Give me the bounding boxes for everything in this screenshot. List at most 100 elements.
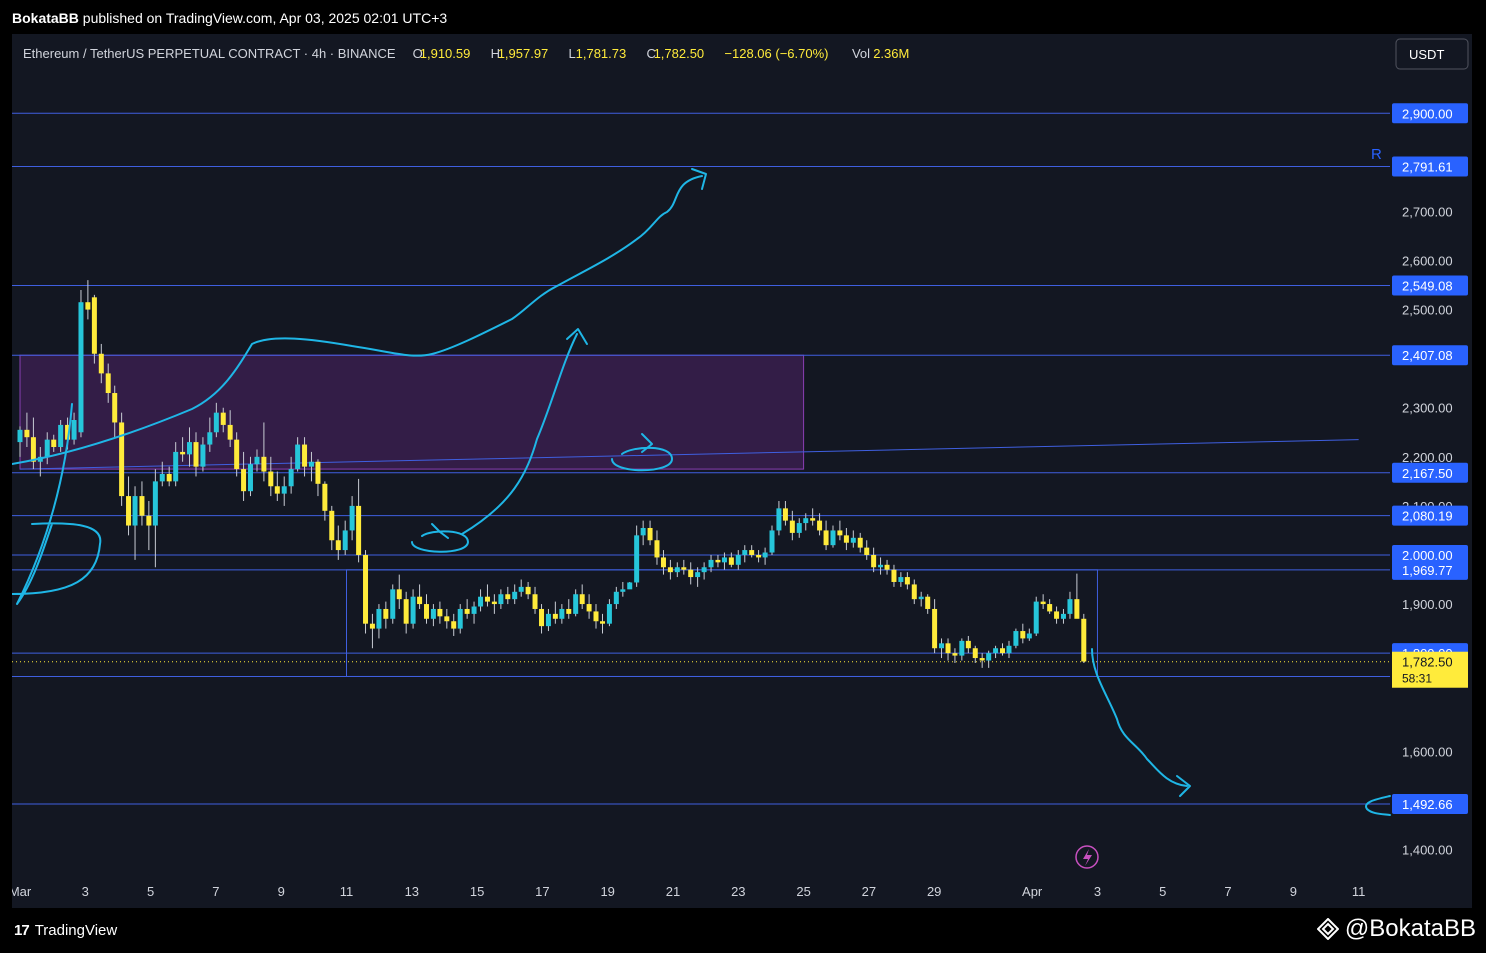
candle-body-80[interactable] [559, 608, 565, 619]
candle-body-99[interactable] [688, 569, 694, 578]
candle-body-58[interactable] [410, 596, 416, 624]
candle-body-23[interactable] [173, 451, 179, 482]
candle-body-131[interactable] [904, 577, 910, 585]
candle-body-27[interactable] [200, 444, 206, 467]
candle-body-149[interactable] [1026, 633, 1032, 639]
candle-body-154[interactable] [1060, 613, 1066, 619]
candle-body-30[interactable] [220, 412, 226, 425]
candle-body-140[interactable] [965, 640, 971, 649]
candle-body-63[interactable] [444, 616, 450, 622]
candle-body-109[interactable] [756, 554, 762, 558]
candle-body-5[interactable] [51, 439, 57, 448]
supply-zone[interactable] [19, 354, 805, 470]
candle-body-105[interactable] [728, 557, 734, 565]
candle-body-45[interactable] [322, 483, 328, 511]
candle-body-11[interactable] [91, 297, 97, 354]
candle-body-133[interactable] [918, 596, 924, 600]
tradingview-logo[interactable]: 17 TradingView [14, 922, 117, 939]
candle-body-36[interactable] [261, 456, 267, 472]
candle-body-39[interactable] [281, 486, 287, 494]
candle-body-71[interactable] [498, 594, 504, 605]
candle-body-76[interactable] [532, 594, 538, 609]
lightning-icon[interactable] [1075, 845, 1099, 869]
candle-body-74[interactable] [518, 586, 524, 592]
candle-body-79[interactable] [552, 613, 558, 619]
candle-body-86[interactable] [600, 621, 606, 624]
candle-body-18[interactable] [139, 496, 145, 516]
candle-body-14[interactable] [112, 393, 118, 423]
candle-body-138[interactable] [952, 653, 958, 656]
candle-body-89[interactable] [620, 589, 626, 592]
candle-body-43[interactable] [308, 461, 314, 467]
candle-body-119[interactable] [823, 530, 829, 546]
candle-body-35[interactable] [254, 456, 260, 465]
candle-body-46[interactable] [329, 510, 335, 541]
candle-body-9[interactable] [78, 302, 84, 433]
candle-body-127[interactable] [878, 564, 884, 568]
candle-body-107[interactable] [742, 550, 748, 555]
candle-body-117[interactable] [810, 518, 816, 521]
candle-body-33[interactable] [241, 469, 247, 492]
candle-body-54[interactable] [383, 608, 389, 619]
price-chart[interactable]: Ethereum / TetherUS PERPETUAL CONTRACT ·… [12, 34, 1472, 908]
candle-body-50[interactable] [356, 505, 362, 555]
candle-body-122[interactable] [843, 535, 849, 543]
candle-body-12[interactable] [98, 353, 104, 374]
candle-body-90[interactable] [627, 582, 633, 590]
candle-body-116[interactable] [803, 518, 809, 524]
candle-body-83[interactable] [579, 594, 585, 605]
candle-body-60[interactable] [423, 604, 429, 619]
candle-body-143[interactable] [986, 653, 992, 661]
candle-body-49[interactable] [349, 505, 355, 531]
candle-body-118[interactable] [817, 520, 823, 531]
candle-body-59[interactable] [417, 596, 423, 605]
candle-body-125[interactable] [864, 547, 870, 555]
candle-body-128[interactable] [884, 564, 890, 570]
candle-body-96[interactable] [667, 567, 673, 573]
candle-body-102[interactable] [708, 559, 714, 568]
candle-body-44[interactable] [315, 461, 321, 484]
candle-body-78[interactable] [545, 613, 551, 627]
drawing-loop-mid[interactable] [411, 530, 469, 553]
candle-body-129[interactable] [891, 569, 897, 582]
candle-body-31[interactable] [227, 424, 233, 440]
candle-body-29[interactable] [213, 412, 219, 433]
candle-body-62[interactable] [437, 608, 443, 617]
candle-body-53[interactable] [376, 608, 382, 629]
candle-body-126[interactable] [871, 554, 877, 568]
drawing-right-tick[interactable] [1365, 795, 1391, 816]
candle-body-51[interactable] [363, 554, 369, 624]
candle-body-10[interactable] [85, 302, 91, 310]
candle-body-38[interactable] [274, 486, 280, 494]
candle-body-4[interactable] [44, 439, 50, 457]
candle-body-85[interactable] [593, 611, 599, 622]
candle-body-135[interactable] [932, 608, 938, 649]
candle-body-1[interactable] [24, 429, 30, 438]
candle-body-19[interactable] [146, 515, 152, 526]
candle-body-145[interactable] [999, 648, 1005, 654]
candle-body-2[interactable] [30, 437, 36, 462]
candle-body-113[interactable] [782, 508, 788, 521]
candle-body-57[interactable] [403, 599, 409, 624]
candle-body-47[interactable] [335, 540, 341, 551]
candle-body-37[interactable] [268, 471, 274, 487]
candle-body-101[interactable] [701, 567, 707, 573]
candle-body-156[interactable] [1074, 599, 1080, 619]
candle-body-98[interactable] [681, 567, 687, 570]
candle-body-77[interactable] [539, 608, 545, 627]
candle-body-69[interactable] [484, 596, 490, 602]
candle-body-155[interactable] [1067, 599, 1073, 614]
candle-body-92[interactable] [640, 527, 646, 536]
candle-body-142[interactable] [979, 658, 985, 661]
drawing-arrowhead-mid[interactable] [566, 328, 588, 345]
candle-body-110[interactable] [762, 552, 768, 558]
candle-body-16[interactable] [126, 496, 132, 526]
candle-body-73[interactable] [512, 591, 518, 600]
candle-body-147[interactable] [1013, 631, 1019, 646]
candle-body-22[interactable] [166, 474, 172, 482]
candle-body-32[interactable] [234, 439, 240, 470]
candle-body-65[interactable] [457, 608, 463, 629]
candle-body-153[interactable] [1054, 611, 1060, 619]
candle-body-82[interactable] [573, 594, 579, 614]
chart-frame[interactable]: Ethereum / TetherUS PERPETUAL CONTRACT ·… [12, 34, 1472, 908]
